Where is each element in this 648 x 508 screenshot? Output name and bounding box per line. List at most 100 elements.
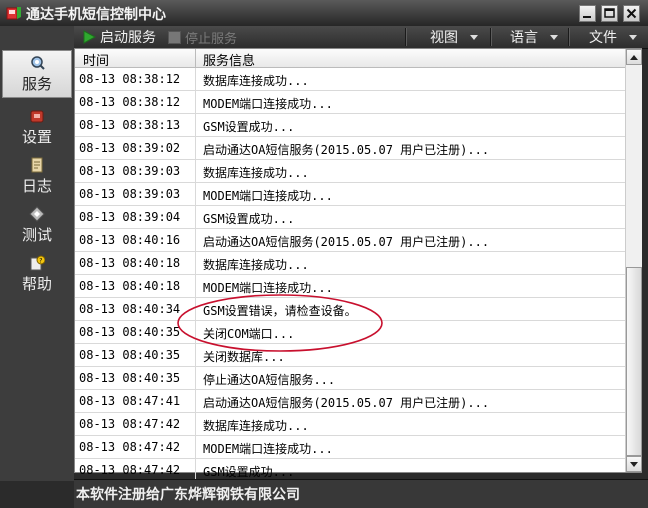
log-time: 08-13 08:39:02	[79, 141, 181, 155]
log-time: 08-13 08:38:12	[79, 95, 181, 109]
scroll-thumb[interactable]	[626, 267, 642, 456]
log-row[interactable]: 08-13 08:38:13 GSM设置成功...	[75, 114, 625, 137]
log-time: 08-13 08:40:35	[79, 348, 181, 362]
log-row[interactable]: 08-13 08:47:42 MODEM端口连接成功...	[75, 436, 625, 459]
column-divider	[195, 68, 196, 90]
column-divider	[195, 183, 196, 205]
log-message: 启动通达OA短信服务(2015.05.07 用户已注册)...	[203, 143, 490, 157]
column-divider	[195, 436, 196, 458]
sidebar-item-label: 服务	[21, 75, 52, 93]
column-divider	[195, 137, 196, 159]
vertical-scrollbar[interactable]	[625, 49, 642, 472]
log-row[interactable]: 08-13 08:47:41 启动通达OA短信服务(2015.05.07 用户已注…	[75, 390, 625, 413]
log-message: 停止通达OA短信服务...	[203, 373, 336, 387]
start-service-label: 启动服务	[100, 30, 156, 46]
test-icon	[29, 206, 45, 222]
svg-text:?: ?	[39, 258, 42, 265]
log-row[interactable]: 08-13 08:39:04 GSM设置成功...	[75, 206, 625, 229]
log-row[interactable]: 08-13 08:39:03 MODEM端口连接成功...	[75, 183, 625, 206]
maximize-button[interactable]	[601, 5, 618, 22]
log-message: GSM设置成功...	[203, 212, 295, 226]
log-time: 08-13 08:38:13	[79, 118, 181, 132]
start-service-button[interactable]: 启动服务	[82, 27, 156, 47]
log-message: 数据库连接成功...	[203, 419, 309, 433]
column-divider	[195, 459, 196, 481]
sidebar: 服务 设置 日志 测试 ? 帮助	[0, 26, 74, 481]
registration-status: 本软件注册给广东烨辉钢铁有限公司	[76, 487, 300, 503]
log-row[interactable]: 08-13 08:39:02 启动通达OA短信服务(2015.05.07 用户已注…	[75, 137, 625, 160]
log-time: 08-13 08:40:34	[79, 302, 181, 316]
column-divider	[195, 206, 196, 228]
log-row[interactable]: 08-13 08:40:18 数据库连接成功...	[75, 252, 625, 275]
log-message: GSM设置成功...	[203, 465, 295, 479]
log-row[interactable]: 08-13 08:39:03 数据库连接成功...	[75, 160, 625, 183]
column-divider	[195, 229, 196, 251]
log-time: 08-13 08:38:12	[79, 72, 181, 86]
column-header-message[interactable]: 服务信息	[203, 50, 255, 69]
sidebar-item-service[interactable]: 服务	[2, 50, 72, 98]
scroll-down-button[interactable]	[626, 456, 642, 472]
log-row[interactable]: 08-13 08:47:42 数据库连接成功...	[75, 413, 625, 436]
close-button[interactable]	[623, 5, 640, 22]
toolbar-separator	[405, 28, 407, 46]
log-row[interactable]: 08-13 08:38:12 数据库连接成功...	[75, 68, 625, 91]
status-bar: 本软件注册给广东烨辉钢铁有限公司	[74, 479, 648, 508]
toolbar-separator	[568, 28, 570, 46]
maximize-icon	[604, 8, 615, 18]
log-message: 数据库连接成功...	[203, 166, 309, 180]
sidebar-item-settings[interactable]: 设置	[0, 104, 74, 152]
toolbar-separator	[490, 28, 492, 46]
minimize-icon	[583, 16, 591, 18]
log-message: 启动通达OA短信服务(2015.05.07 用户已注册)...	[203, 396, 490, 410]
log-time: 08-13 08:40:18	[79, 279, 181, 293]
column-divider	[195, 390, 196, 412]
sidebar-item-label: 测试	[21, 226, 52, 244]
menu-view[interactable]: 视图	[430, 27, 478, 47]
menu-language-label: 语言	[510, 30, 538, 46]
sidebar-item-label: 帮助	[21, 275, 52, 293]
log-time: 08-13 08:39:03	[79, 187, 181, 201]
sidebar-item-label: 日志	[21, 177, 52, 195]
column-divider	[195, 114, 196, 136]
log-message: GSM设置成功...	[203, 120, 295, 134]
menu-language[interactable]: 语言	[510, 27, 558, 47]
sidebar-item-test[interactable]: 测试	[0, 202, 74, 250]
menu-view-label: 视图	[430, 30, 458, 46]
log-time: 08-13 08:39:03	[79, 164, 181, 178]
log-header: 时间 服务信息	[75, 49, 625, 69]
sidebar-item-label: 设置	[21, 128, 52, 146]
title-bar: 通达手机短信控制中心	[0, 0, 648, 26]
log-message: 数据库连接成功...	[203, 258, 309, 272]
log-row[interactable]: 08-13 08:40:35 停止通达OA短信服务...	[75, 367, 625, 390]
log-row[interactable]: 08-13 08:40:16 启动通达OA短信服务(2015.05.07 用户已注…	[75, 229, 625, 252]
log-message: 数据库连接成功...	[203, 74, 309, 88]
log-time: 08-13 08:40:18	[79, 256, 181, 270]
sidebar-item-help[interactable]: ? 帮助	[0, 251, 74, 299]
column-divider	[195, 367, 196, 389]
menu-file-label: 文件	[589, 30, 617, 46]
service-log-panel: 时间 服务信息 08-13 08:38:12 数据库连接成功... 08-13 08…	[74, 48, 642, 482]
log-time: 08-13 08:40:35	[79, 371, 181, 385]
scroll-up-button[interactable]	[626, 49, 642, 65]
log-message: MODEM端口连接成功...	[203, 442, 333, 456]
log-time: 08-13 08:47:42	[79, 417, 181, 431]
log-time: 08-13 08:47:42	[79, 440, 181, 454]
log-message: 启动通达OA短信服务(2015.05.07 用户已注册)...	[203, 235, 490, 249]
chevron-down-icon	[550, 34, 558, 40]
column-divider[interactable]	[195, 49, 196, 67]
annotation-ellipse	[177, 294, 383, 352]
sidebar-item-log[interactable]: 日志	[0, 153, 74, 201]
menu-file[interactable]: 文件	[589, 27, 637, 47]
toolbar: 启动服务 停止服务 视图 语言 文件	[74, 26, 648, 49]
play-icon	[83, 30, 96, 44]
help-icon: ?	[30, 255, 45, 271]
stop-service-button[interactable]: 停止服务	[168, 27, 237, 47]
minimize-button[interactable]	[579, 5, 596, 22]
log-time: 08-13 08:39:04	[79, 210, 181, 224]
arrow-down-icon	[630, 462, 638, 467]
chevron-down-icon	[470, 34, 478, 40]
column-divider	[195, 160, 196, 182]
log-row[interactable]: 08-13 08:38:12 MODEM端口连接成功...	[75, 91, 625, 114]
log-time: 08-13 08:40:16	[79, 233, 181, 247]
column-header-time[interactable]: 时间	[83, 50, 109, 69]
